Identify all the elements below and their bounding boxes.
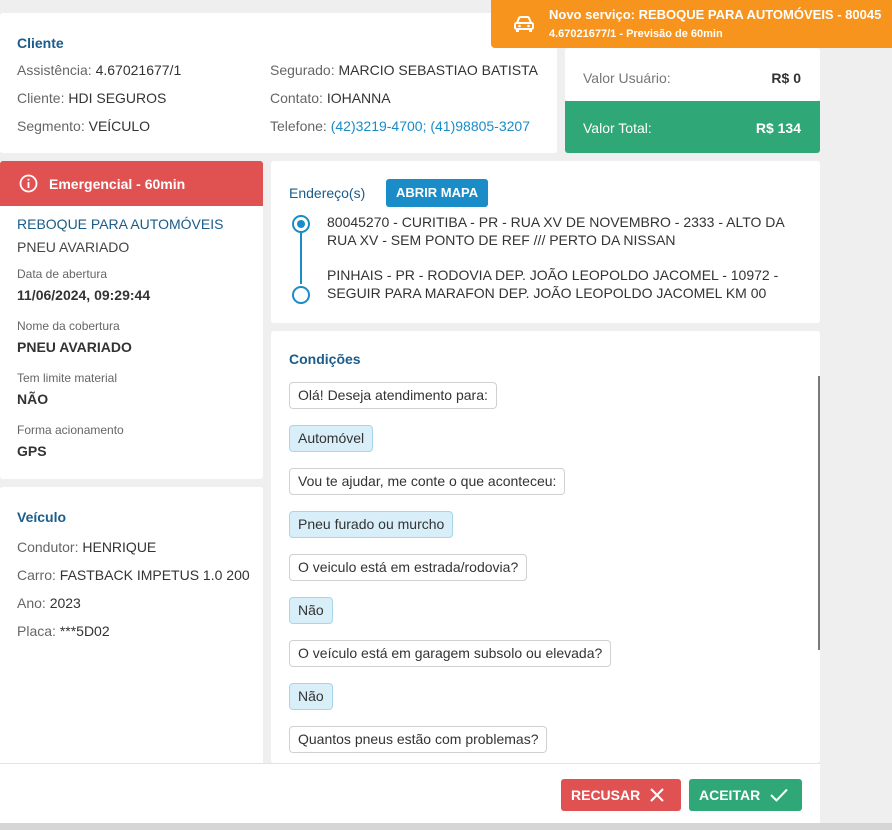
toast-subtitle: 4.67021677/1 - Previsão de 60min (549, 28, 723, 40)
trigger-label: Forma acionamento (17, 423, 124, 437)
trigger-value: GPS (17, 443, 47, 459)
user-value-panel: Valor Usuário: R$ 0 (565, 48, 820, 101)
client-row: Cliente: HDI SEGUROS (17, 90, 166, 106)
insured-row: Segurado: MARCIO SEBASTIAO BATISTA (270, 62, 538, 78)
user-value-label: Valor Usuário: (583, 70, 671, 86)
address-card: Endereço(s) ABRIR MAPA 80045270 - CURITI… (271, 161, 820, 323)
car-row: Carro: FASTBACK IMPETUS 1.0 200 (17, 567, 250, 583)
accept-button[interactable]: ACEITAR (689, 779, 802, 811)
phone-label: Telefone: (270, 118, 327, 134)
answer-bubble: Não (289, 683, 333, 710)
plate-row: Placa: ***5D02 (17, 623, 110, 639)
coverage-label: Nome da cobertura (17, 319, 120, 333)
insured-label: Segurado: (270, 62, 335, 78)
client-title: Cliente (17, 35, 64, 51)
info-circle-icon (19, 174, 38, 193)
new-service-toast[interactable]: Novo serviço: REBOQUE PARA AUTOMÓVEIS - … (491, 0, 892, 48)
phone-row: Telefone: (42)3219-4700; (41)98805-3207 (270, 118, 530, 134)
assistance-label: Assistência: (17, 62, 92, 78)
bottom-strip (0, 823, 892, 830)
urgency-text: Emergencial - 60min (49, 175, 186, 192)
segment-value: VEÍCULO (88, 118, 151, 134)
urgency-banner: Emergencial - 60min (0, 161, 263, 206)
reject-button[interactable]: RECUSAR (561, 779, 681, 811)
open-map-button[interactable]: ABRIR MAPA (386, 179, 489, 207)
phone-link[interactable]: (42)3219-4700; (41)98805-3207 (331, 118, 530, 134)
destination-marker-icon (292, 286, 310, 304)
user-value-amount: R$ 0 (771, 70, 801, 86)
origin-address: 80045270 - CURITIBA - PR - RUA XV DE NOV… (327, 214, 784, 248)
year-row: Ano: 2023 (17, 595, 81, 611)
car-value: FASTBACK IMPETUS 1.0 200 (59, 567, 250, 583)
contact-label: Contato: (270, 90, 323, 106)
car-icon (514, 16, 534, 32)
question-bubble: Quantos pneus estão com problemas? (289, 726, 548, 753)
answer-bubble: Automóvel (289, 425, 374, 452)
driver-label: Condutor: (17, 539, 79, 555)
service-problem: PNEU AVARIADO (17, 239, 130, 255)
client-value: HDI SEGUROS (68, 90, 167, 106)
driver-row: Condutor: HENRIQUE (17, 539, 156, 555)
address-title: Endereço(s) (289, 185, 366, 201)
question-bubble: Olá! Deseja atendimento para: (289, 382, 497, 409)
accept-label: ACEITAR (699, 787, 761, 803)
answer-bubble: Não (289, 597, 333, 624)
assistance-value: 4.67021677/1 (95, 62, 182, 78)
material-limit-label: Tem limite material (17, 371, 118, 385)
route-line (300, 232, 302, 284)
service-name: REBOQUE PARA AUTOMÓVEIS (17, 216, 224, 232)
conditions-title: Condições (289, 351, 361, 367)
coverage-value: PNEU AVARIADO (17, 339, 132, 355)
assistance-row: Assistência: 4.67021677/1 (17, 62, 181, 78)
contact-value: IOHANNA (326, 90, 391, 106)
reject-label: RECUSAR (571, 787, 641, 803)
year-value: 2023 (49, 595, 81, 611)
origin-marker-icon (292, 215, 310, 233)
year-label: Ano: (17, 595, 46, 611)
segment-row: Segmento: VEÍCULO (17, 118, 150, 134)
opening-date-value: 11/06/2024, 09:29:44 (17, 287, 151, 303)
vehicle-card: Veículo Condutor: HENRIQUE Carro: FASTBA… (0, 487, 263, 767)
destination-address: PINHAIS - PR - RODOVIA DEP. JOÃO LEOPOLD… (327, 267, 779, 301)
vehicle-title: Veículo (17, 509, 67, 525)
total-value-label: Valor Total: (583, 120, 652, 136)
answer-bubble: Pneu furado ou murcho (289, 511, 454, 538)
close-icon (650, 788, 664, 802)
plate-label: Placa: (17, 623, 56, 639)
question-bubble: Vou te ajudar, me conte o que aconteceu: (289, 468, 566, 495)
driver-value: HENRIQUE (82, 539, 157, 555)
toast-title: Novo serviço: REBOQUE PARA AUTOMÓVEIS - … (549, 7, 882, 22)
check-icon (770, 788, 788, 802)
action-footer: RECUSAR ACEITAR (0, 763, 820, 823)
total-value-panel: Valor Total: R$ 134 (565, 101, 820, 153)
opening-date-label: Data de abertura (17, 267, 108, 281)
total-value-amount: R$ 134 (755, 120, 801, 136)
segment-label: Segmento: (17, 118, 85, 134)
contact-row: Contato: IOHANNA (270, 90, 391, 106)
client-label: Cliente: (17, 90, 65, 106)
client-card: Cliente Assistência: 4.67021677/1 Client… (0, 13, 557, 153)
conditions-scrollbar[interactable] (818, 376, 820, 650)
question-bubble: O veiculo está em estrada/rodovia? (289, 554, 528, 581)
car-label: Carro: (17, 567, 56, 583)
material-limit-value: NÃO (17, 391, 49, 407)
conditions-card: Condições Olá! Deseja atendimento para: … (271, 331, 820, 763)
question-bubble: O veículo está em garagem subsolo ou ele… (289, 640, 612, 667)
service-info-card: Emergencial - 60min REBOQUE PARA AUTOMÓV… (0, 161, 263, 479)
insured-value: MARCIO SEBASTIAO BATISTA (338, 62, 538, 78)
plate-value: ***5D02 (59, 623, 110, 639)
